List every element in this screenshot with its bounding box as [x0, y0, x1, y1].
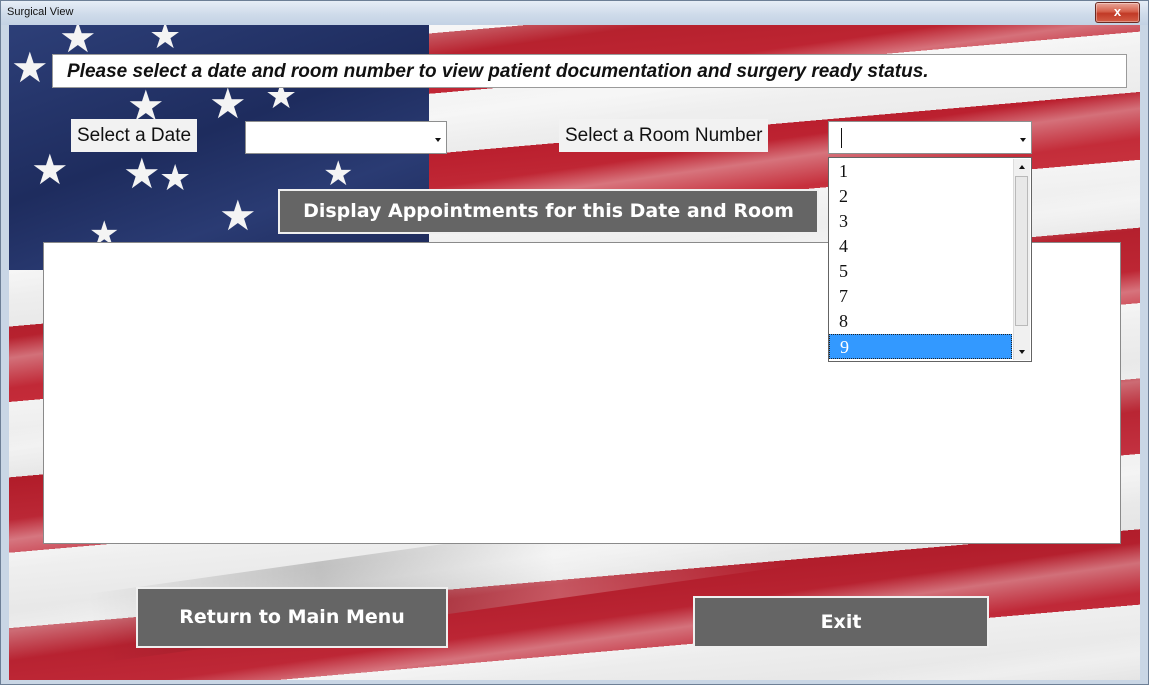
instruction-text: Please select a date and room number to … [67, 61, 929, 82]
star-icon: ★ [123, 150, 161, 197]
star-icon: ★ [209, 80, 247, 127]
room-option[interactable]: 8 [829, 309, 1012, 334]
room-option-selected[interactable]: 9 [829, 334, 1012, 359]
window-title: Surgical View [7, 6, 74, 18]
room-dropdown-list[interactable]: 1 2 3 4 5 7 8 9 [828, 157, 1032, 362]
star-icon: ★ [149, 25, 182, 56]
surgical-view-window: Surgical View x ★ ★ ★ ★ ★ ★ ★ ★ ★ ★ ★ ★ … [0, 0, 1149, 685]
room-options: 1 2 3 4 5 7 8 9 [829, 159, 1012, 359]
close-icon: x [1113, 4, 1122, 19]
room-option[interactable]: 5 [829, 259, 1012, 284]
star-icon: ★ [11, 44, 49, 91]
instruction-banner: Please select a date and room number to … [52, 54, 1127, 88]
scroll-up-arrow-icon[interactable] [1014, 159, 1030, 175]
room-option[interactable]: 3 [829, 209, 1012, 234]
form-client-area: ★ ★ ★ ★ ★ ★ ★ ★ ★ ★ ★ ★ Please select a … [9, 25, 1140, 680]
scroll-down-arrow-icon[interactable] [1014, 344, 1030, 360]
star-icon: ★ [31, 146, 69, 193]
display-appointments-button[interactable]: Display Appointments for this Date and R… [278, 189, 819, 234]
close-window-button[interactable]: x [1095, 2, 1140, 23]
chevron-down-icon[interactable] [1015, 123, 1030, 152]
date-combobox[interactable] [245, 121, 447, 154]
room-combobox[interactable] [828, 121, 1032, 154]
room-option[interactable]: 4 [829, 234, 1012, 259]
star-icon: ★ [159, 157, 192, 198]
date-label: Select a Date [71, 119, 198, 152]
dropdown-scrollbar[interactable] [1013, 159, 1030, 360]
return-to-main-menu-button[interactable]: Return to Main Menu [136, 587, 448, 648]
room-option[interactable]: 2 [829, 184, 1012, 209]
scrollbar-thumb[interactable] [1015, 176, 1028, 326]
star-icon: ★ [219, 192, 257, 239]
room-option[interactable]: 1 [829, 159, 1012, 184]
room-option[interactable]: 7 [829, 284, 1012, 309]
chevron-down-icon[interactable] [430, 123, 445, 152]
title-bar[interactable]: Surgical View x [1, 1, 1148, 25]
room-label: Select a Room Number [559, 119, 769, 152]
text-caret [841, 128, 842, 148]
exit-button[interactable]: Exit [693, 596, 989, 648]
